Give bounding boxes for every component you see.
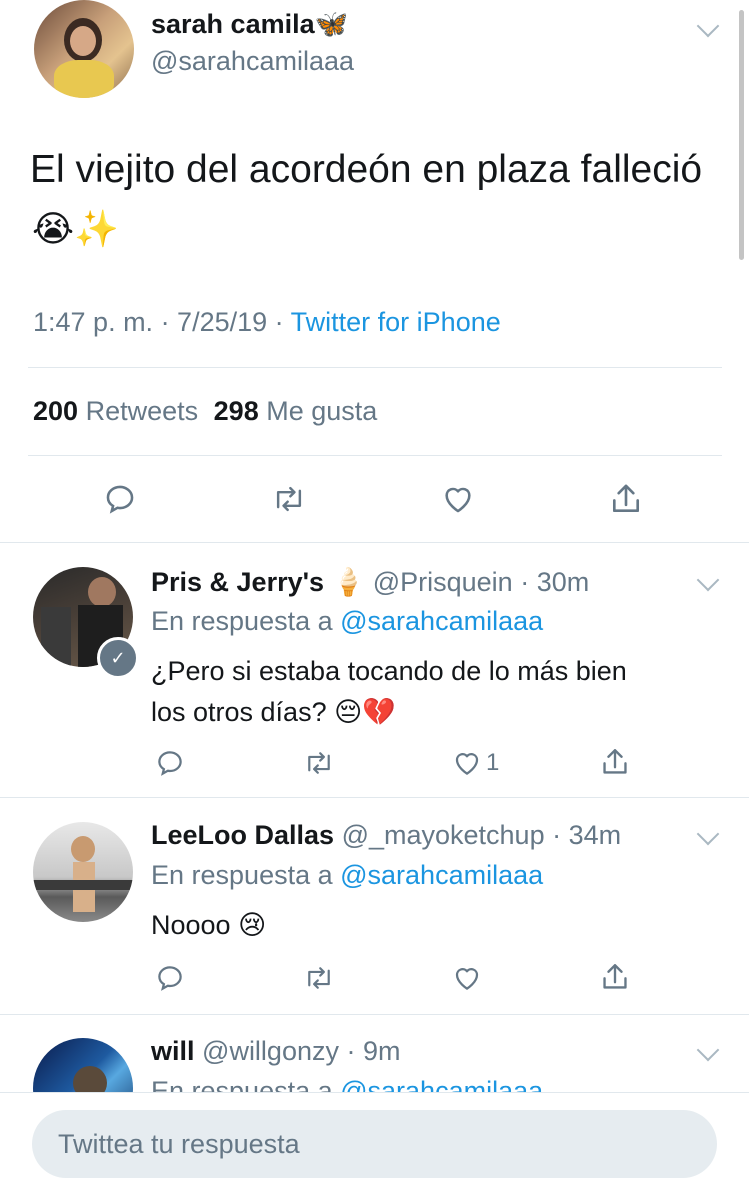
divider (28, 455, 722, 456)
reply-text-line: los otros días? (151, 697, 327, 727)
ice-cream-emoji: 🍦 (331, 567, 366, 598)
likes-label[interactable]: Me gusta (266, 396, 377, 426)
retweet-icon[interactable] (270, 482, 308, 516)
display-name[interactable]: will (151, 1036, 195, 1066)
like-icon[interactable] (440, 482, 476, 516)
reply-to-link[interactable]: @sarahcamilaaa (340, 606, 543, 636)
divider (0, 542, 749, 543)
reply-time: · 30m (520, 567, 590, 597)
reply-to-link[interactable]: @sarahcamilaaa (340, 1076, 543, 1092)
timestamp: 1:47 p. m. · 7/25/19 · (33, 307, 291, 337)
display-name[interactable]: LeeLoo Dallas (151, 820, 334, 850)
reply-prefix: En respuesta a (151, 860, 341, 890)
chevron-down-icon[interactable] (696, 822, 720, 846)
reply-header: will @willgonzy · 9m (151, 1036, 401, 1067)
reply-text: los otros días? 😔💔 (151, 696, 396, 728)
divider (0, 797, 749, 798)
reply-emoji: 😢 (238, 910, 267, 941)
divider (28, 367, 722, 368)
reply-icon[interactable] (155, 748, 185, 778)
reply-time: · 9m (346, 1036, 401, 1066)
reply-icon[interactable] (103, 482, 137, 516)
reply-header: Pris & Jerry's 🍦 @Prisquein · 30m (151, 566, 589, 598)
source-link[interactable]: Twitter for iPhone (291, 307, 501, 337)
reply-icon[interactable] (155, 963, 185, 993)
tweet-emoji: 😭✨ (32, 209, 119, 250)
tweet-text: El viejito del acordeón en plaza falleci… (30, 148, 703, 191)
engagement-stats: 200 Retweets 298 Me gusta (33, 396, 377, 427)
handle[interactable]: @sarahcamilaaa (151, 46, 354, 77)
handle[interactable]: @_mayoketchup (342, 820, 545, 850)
avatar[interactable] (34, 0, 134, 98)
reply-tweet[interactable]: will @willgonzy · 9m En respuesta a @sar… (0, 1014, 749, 1092)
reply-prefix: En respuesta a (151, 606, 341, 636)
reply-text: ¿Pero si estaba tocando de lo más bien (151, 656, 627, 686)
like-icon[interactable] (451, 963, 483, 993)
reply-time: · 34m (552, 820, 622, 850)
retweets-label[interactable]: Retweets (86, 396, 199, 426)
reply-input[interactable]: Twittea tu respuesta (32, 1110, 717, 1178)
reply-header: LeeLoo Dallas @_mayoketchup · 34m (151, 820, 621, 851)
reply-context: En respuesta a @sarahcamilaaa (151, 606, 543, 637)
butterfly-emoji: 🦋 (314, 9, 349, 40)
reply-prefix: En respuesta a (151, 1076, 341, 1092)
scrollbar[interactable] (739, 10, 744, 260)
handle[interactable]: @willgonzy (202, 1036, 339, 1066)
reply-input-placeholder: Twittea tu respuesta (58, 1129, 300, 1159)
reply-to-link[interactable]: @sarahcamilaaa (340, 860, 543, 890)
share-icon[interactable] (608, 480, 644, 518)
reply-context: En respuesta a @sarahcamilaaa (151, 860, 543, 891)
like-count: 1 (486, 749, 500, 776)
chevron-down-icon[interactable] (696, 568, 720, 592)
avatar[interactable] (33, 1038, 133, 1092)
display-name-text: sarah camila (151, 9, 315, 39)
share-icon[interactable] (599, 960, 631, 994)
verified-badge-icon: ✓ (97, 637, 139, 679)
reply-emoji: 😔💔 (334, 697, 396, 728)
likes-count[interactable]: 298 (214, 396, 259, 426)
display-name[interactable]: Pris & Jerry's (151, 567, 324, 597)
reply-text: Noooo 😢 (151, 910, 266, 941)
display-name[interactable]: sarah camila🦋 (151, 8, 348, 40)
share-icon[interactable] (599, 745, 631, 779)
chevron-down-icon[interactable] (696, 14, 720, 38)
tweet-meta: 1:47 p. m. · 7/25/19 · Twitter for iPhon… (33, 307, 501, 338)
like-icon[interactable] (451, 748, 483, 778)
retweet-icon[interactable] (302, 748, 336, 778)
reply-composer: Twittea tu respuesta (0, 1093, 749, 1200)
reply-text-line: Noooo (151, 910, 231, 940)
handle[interactable]: @Prisquein (373, 567, 513, 597)
reply-context: En respuesta a @sarahcamilaaa (151, 1076, 543, 1092)
chevron-down-icon[interactable] (696, 1038, 720, 1062)
avatar[interactable] (33, 822, 133, 922)
retweets-count[interactable]: 200 (33, 396, 78, 426)
retweet-icon[interactable] (302, 963, 336, 993)
